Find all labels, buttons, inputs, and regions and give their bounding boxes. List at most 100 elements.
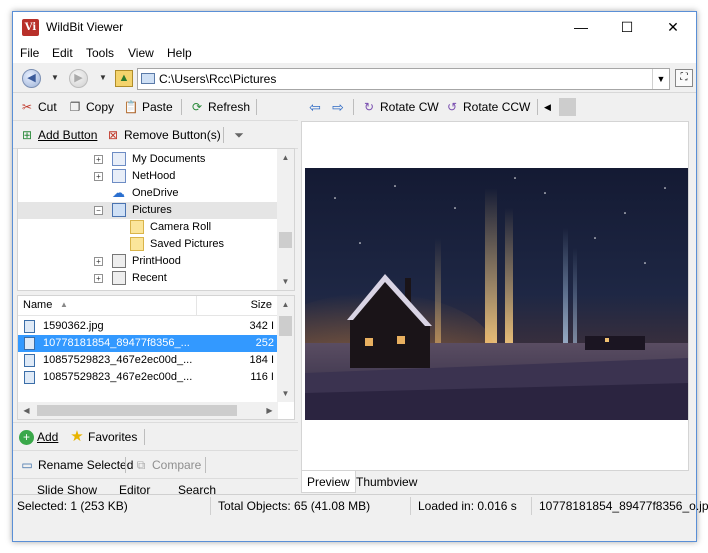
- tree-item[interactable]: + NetHood: [18, 168, 278, 185]
- cut-button[interactable]: ✂ Cut: [19, 98, 57, 116]
- toolbar-scroll-left-icon[interactable]: ◀: [544, 98, 551, 116]
- status-filename: 10778181854_89477f8356_o.jp: [539, 499, 708, 513]
- folder-icon: [130, 237, 144, 251]
- expand-icon[interactable]: +: [94, 257, 103, 266]
- tree-item[interactable]: + Recent: [18, 270, 278, 287]
- compare-label: Compare: [152, 458, 202, 472]
- filter-button[interactable]: ⏷: [231, 126, 247, 144]
- back-history-dropdown-icon[interactable]: ▼: [51, 73, 59, 82]
- tree-item-label: PrintHood: [132, 255, 181, 267]
- app-icon: Vi: [22, 19, 39, 36]
- rotate-cw-button[interactable]: ↻ Rotate CW: [361, 98, 439, 116]
- forward-arrow-icon[interactable]: ▶: [69, 69, 88, 88]
- close-button[interactable]: ✕: [650, 12, 696, 43]
- chevron-down-icon[interactable]: ▼: [652, 69, 669, 89]
- copy-button[interactable]: ❐ Copy: [67, 98, 114, 116]
- rotate-ccw-icon: ↺: [446, 100, 458, 114]
- fullscreen-icon[interactable]: ⛶: [675, 69, 693, 87]
- next-image-icon[interactable]: ⇨: [330, 99, 346, 115]
- menu-file[interactable]: File: [20, 46, 39, 60]
- column-divider[interactable]: [196, 296, 197, 316]
- status-divider: [410, 497, 411, 515]
- rotate-ccw-button[interactable]: ↺ Rotate CCW: [444, 98, 530, 116]
- tree-item[interactable]: + PrintHood: [18, 253, 278, 270]
- paste-button[interactable]: 📋 Paste: [123, 98, 173, 116]
- file-size: 184 I: [249, 354, 274, 366]
- network-icon: [112, 169, 126, 183]
- tree-item-label: Camera Roll: [150, 221, 212, 233]
- expand-icon[interactable]: +: [94, 155, 103, 164]
- previous-image-icon[interactable]: ⇦: [307, 99, 323, 115]
- folder-up-icon[interactable]: ▲: [115, 70, 133, 87]
- printer-icon: [112, 254, 126, 268]
- scroll-up-icon[interactable]: ▲: [277, 296, 294, 313]
- status-divider: [531, 497, 532, 515]
- button-toolbar: ⊞ Add Button ⊠ Remove Button(s) ⏷: [13, 121, 298, 149]
- status-total-objects: Total Objects: 65 (41.08 MB): [218, 499, 371, 513]
- tree-item[interactable]: − Pictures: [18, 202, 278, 219]
- rename-label: Rename Selected: [38, 458, 134, 472]
- scroll-thumb[interactable]: [279, 316, 292, 336]
- window-title: WildBit Viewer: [46, 20, 124, 34]
- path-combobox[interactable]: C:\Users\Rcc\Pictures ▼: [137, 68, 670, 90]
- scroll-left-icon[interactable]: ◀: [18, 402, 35, 419]
- file-name: 10778181854_89477f8356_...: [43, 337, 190, 349]
- toolbar-divider: [256, 99, 257, 115]
- cloud-icon: ☁: [112, 185, 125, 200]
- tree-item[interactable]: Camera Roll: [18, 219, 278, 236]
- size-column-header[interactable]: Size: [251, 299, 272, 311]
- file-row-selected[interactable]: 10778181854_89477f8356_... 252: [18, 335, 278, 352]
- add-favorite-button[interactable]: + Add: [19, 428, 58, 446]
- file-list[interactable]: Name ▲ Size 1590362.jpg 342 I 1077818185…: [17, 295, 295, 420]
- remove-buttons-label: Remove Button(s): [124, 128, 221, 142]
- add-label: Add: [37, 430, 59, 444]
- name-column-header[interactable]: Name: [23, 299, 52, 311]
- rotate-ccw-label: Rotate CCW: [463, 100, 531, 114]
- preview-photo: [305, 168, 688, 420]
- file-row[interactable]: 10857529823_467e2ec00d_... 184 I: [18, 352, 278, 369]
- status-loaded-time: Loaded in: 0.016 s: [418, 499, 517, 513]
- scroll-up-icon[interactable]: ▲: [277, 149, 294, 166]
- file-list-vscrollbar[interactable]: ▲ ▼: [277, 296, 294, 402]
- back-arrow-icon[interactable]: ◀: [22, 69, 41, 88]
- tree-item[interactable]: + My Documents: [18, 151, 278, 168]
- folder-tree[interactable]: + My Documents + NetHood ☁ OneDrive − Pi…: [17, 148, 295, 291]
- favorites-button[interactable]: ★ Favorites: [69, 428, 137, 446]
- image-file-icon: [24, 354, 35, 367]
- tree-item[interactable]: ☁ OneDrive: [18, 185, 278, 202]
- file-row[interactable]: 10857529823_467e2ec00d_... 116 I: [18, 369, 278, 386]
- edit-toolbar: ✂ Cut ❐ Copy 📋 Paste ⟳ Refresh: [13, 93, 298, 121]
- favorites-label: Favorites: [88, 430, 138, 444]
- tree-scrollbar[interactable]: ▲ ▼: [277, 149, 294, 290]
- forward-history-dropdown-icon[interactable]: ▼: [99, 73, 107, 82]
- path-text[interactable]: C:\Users\Rcc\Pictures: [159, 72, 276, 86]
- image-preview[interactable]: [301, 121, 689, 471]
- file-name: 1590362.jpg: [43, 320, 104, 332]
- collapse-icon[interactable]: −: [94, 206, 103, 215]
- menu-edit[interactable]: Edit: [52, 46, 73, 60]
- menu-tools[interactable]: Tools: [86, 46, 114, 60]
- scroll-thumb[interactable]: [37, 405, 237, 416]
- remove-buttons-button[interactable]: ⊠ Remove Button(s): [105, 126, 221, 144]
- scroll-right-icon[interactable]: ▶: [261, 402, 278, 419]
- tree-item[interactable]: Saved Pictures: [18, 236, 278, 253]
- file-row[interactable]: 1590362.jpg 342 I: [18, 318, 278, 335]
- clipboard-icon: 📋: [123, 100, 139, 114]
- menu-help[interactable]: Help: [167, 46, 192, 60]
- scroll-down-icon[interactable]: ▼: [277, 273, 294, 290]
- menu-view[interactable]: View: [128, 46, 154, 60]
- file-list-hscrollbar[interactable]: ◀ ▶: [18, 402, 278, 419]
- tab-preview[interactable]: Preview: [301, 471, 356, 493]
- refresh-button[interactable]: ⟳ Refresh: [189, 98, 250, 116]
- rename-selected-button[interactable]: ▭ Rename Selected: [19, 456, 133, 474]
- toolbar-scroll-thumb[interactable]: [559, 98, 576, 116]
- maximize-button[interactable]: ☐: [604, 12, 650, 43]
- expand-icon[interactable]: +: [94, 172, 103, 181]
- minimize-button[interactable]: —: [558, 12, 604, 43]
- compare-button[interactable]: ⧉ Compare: [133, 456, 202, 474]
- scroll-down-icon[interactable]: ▼: [277, 385, 294, 402]
- scroll-thumb[interactable]: [279, 232, 292, 248]
- expand-icon[interactable]: +: [94, 274, 103, 283]
- add-button-button[interactable]: ⊞ Add Button: [19, 126, 97, 144]
- tab-thumbview[interactable]: Thumbview: [351, 471, 422, 493]
